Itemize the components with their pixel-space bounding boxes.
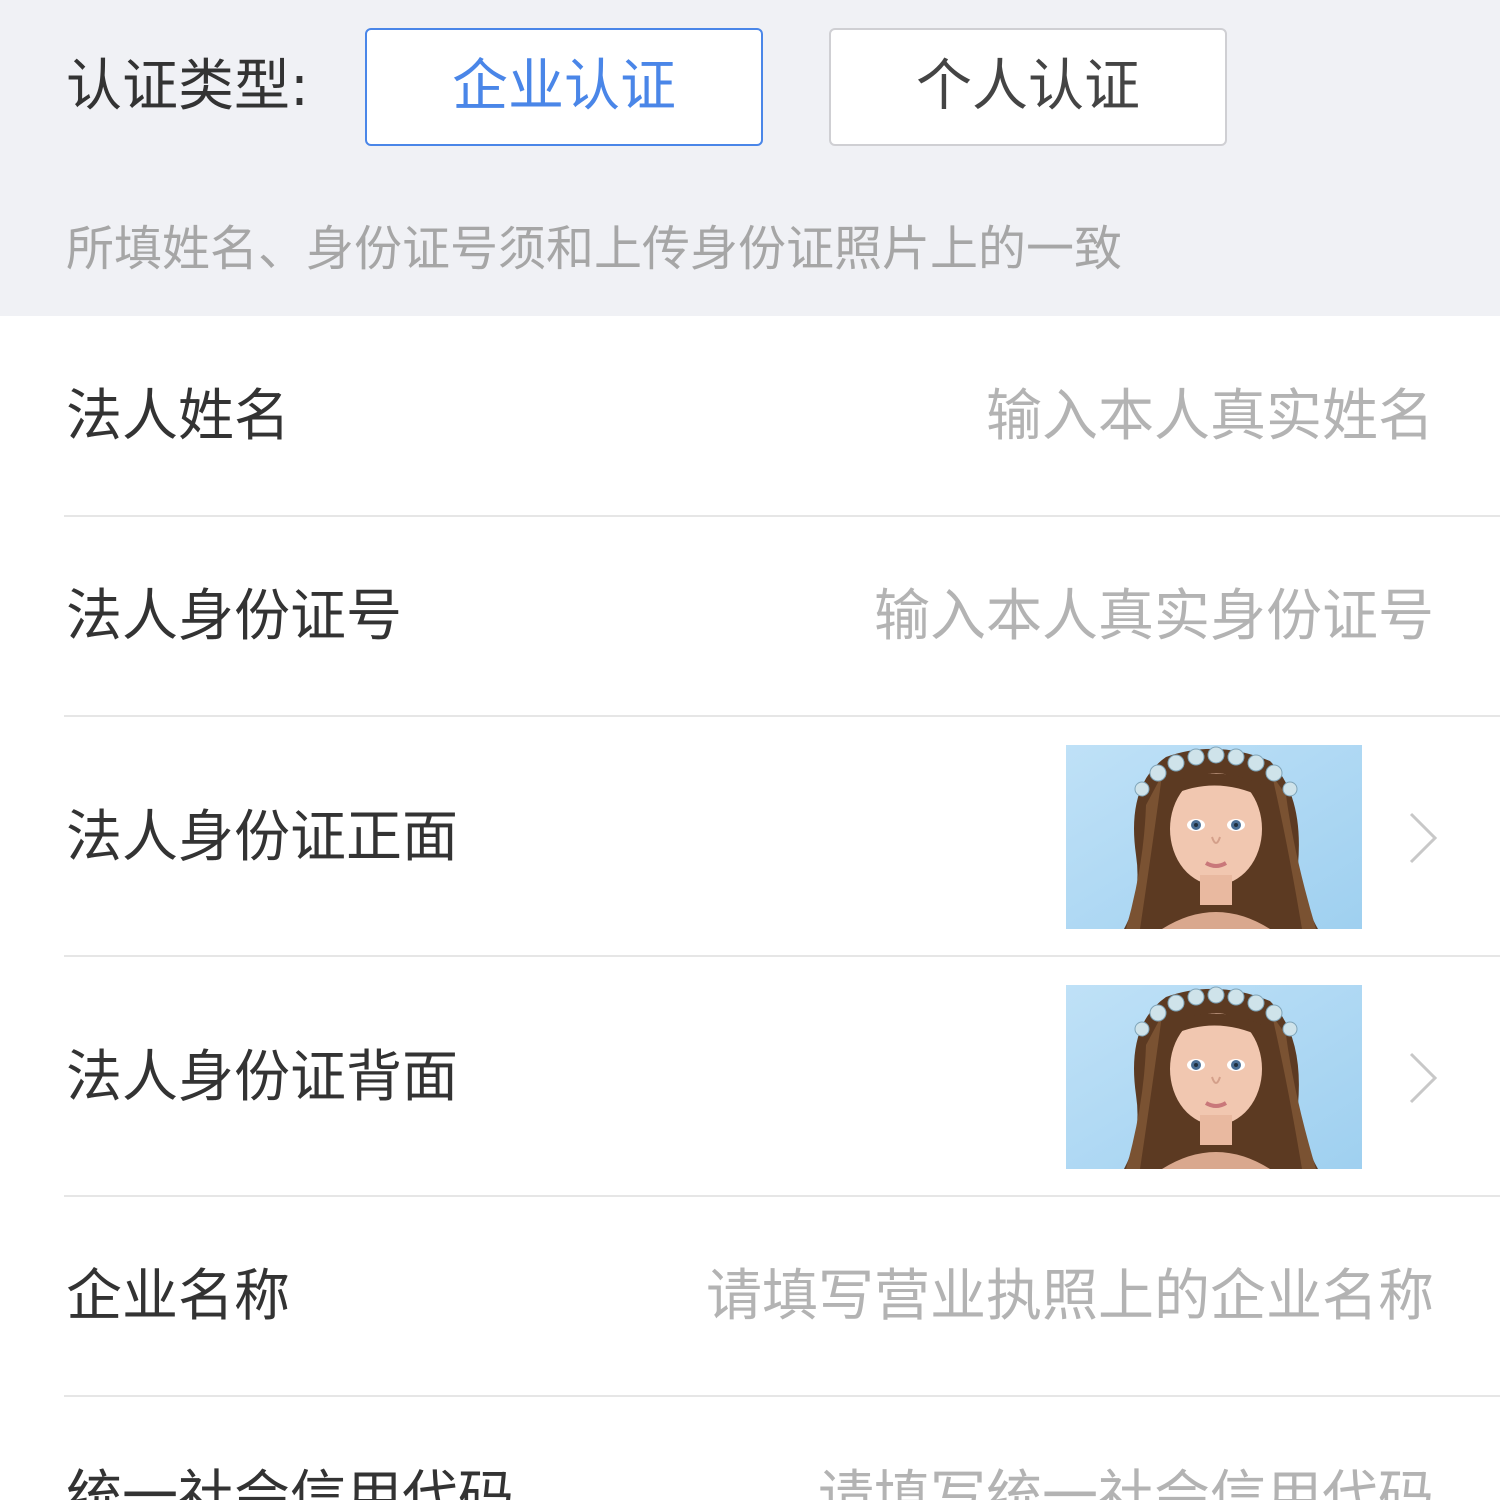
credit-code-input[interactable]: 请填写统一社会信用代码 [818, 1463, 1434, 1500]
id-back-photo[interactable] [1066, 985, 1362, 1169]
id-front-label: 法人身份证正面 [66, 805, 458, 870]
enterprise-auth-button[interactable]: 企业认证 [365, 28, 763, 146]
chevron-right-icon[interactable] [1405, 810, 1441, 866]
legal-id-row[interactable]: 法人身份证号 输入本人真实身份证号 [0, 517, 1500, 715]
personal-auth-button[interactable]: 个人认证 [829, 28, 1227, 146]
hint-text: 所填姓名、身份证号须和上传身份证照片上的一致 [66, 221, 1123, 277]
company-name-row[interactable]: 企业名称 请填写营业执照上的企业名称 [0, 1197, 1500, 1395]
portrait-image [1066, 985, 1362, 1169]
id-front-photo[interactable] [1066, 745, 1362, 929]
portrait-image [1066, 745, 1362, 929]
id-back-row[interactable]: 法人身份证背面 [0, 957, 1500, 1195]
legal-name-input[interactable]: 输入本人真实姓名 [986, 382, 1434, 452]
credit-code-row[interactable]: 统一社会信用代码 请填写统一社会信用代码 [0, 1397, 1500, 1500]
auth-type-section: 认证类型: 企业认证 个人认证 所填姓名、身份证号须和上传身份证照片上的一致 [0, 0, 1500, 316]
company-name-input[interactable]: 请填写营业执照上的企业名称 [706, 1262, 1434, 1332]
legal-name-row[interactable]: 法人姓名 输入本人真实姓名 [0, 316, 1500, 516]
id-back-label: 法人身份证背面 [66, 1045, 458, 1110]
legal-id-label: 法人身份证号 [66, 584, 402, 649]
credit-code-label: 统一社会信用代码 [66, 1465, 514, 1500]
id-front-row[interactable]: 法人身份证正面 [0, 717, 1500, 955]
chevron-right-icon[interactable] [1405, 1050, 1441, 1106]
auth-type-label: 认证类型: [66, 54, 309, 119]
legal-name-label: 法人姓名 [66, 384, 290, 449]
company-name-label: 企业名称 [66, 1264, 290, 1329]
legal-id-input[interactable]: 输入本人真实身份证号 [874, 582, 1434, 652]
